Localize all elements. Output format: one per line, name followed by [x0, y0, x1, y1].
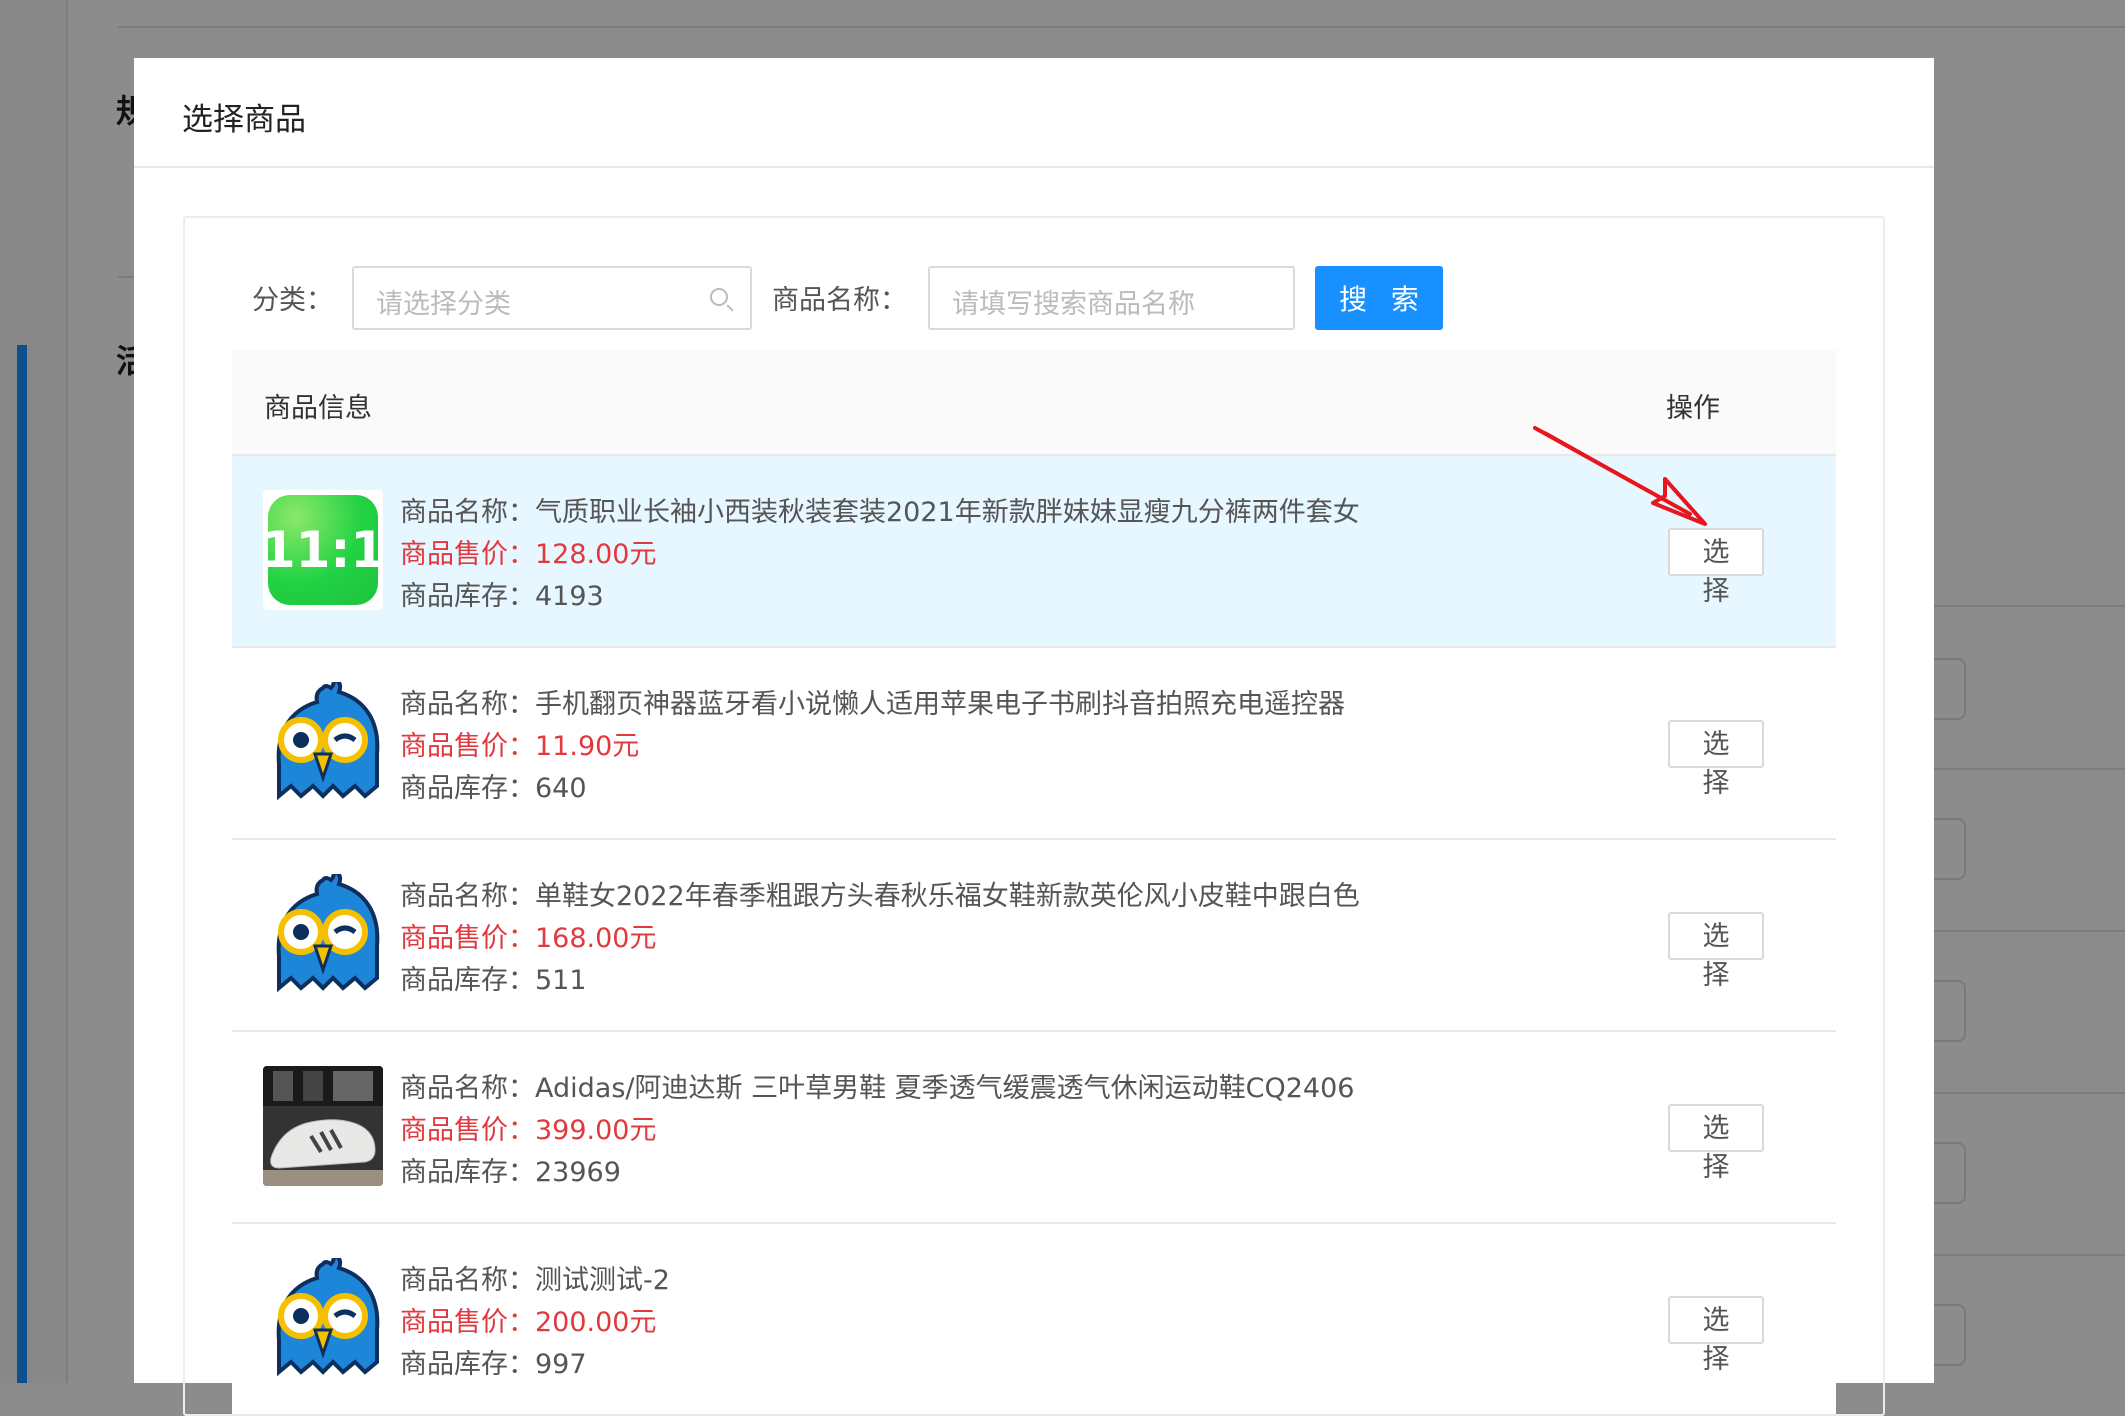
- product-stock: 商品库存：997: [400, 1344, 670, 1386]
- background-divider: [1934, 1254, 2125, 1256]
- table-header: 商品信息 操作: [232, 350, 1836, 456]
- product-stock: 商品库存：511: [400, 960, 1360, 1002]
- product-name: 商品名称：测试测试-2: [400, 1260, 670, 1302]
- product-name: 商品名称：Adidas/阿迪达斯 三叶草男鞋 夏季透气缓震透气休闲运动鞋CQ24…: [400, 1068, 1354, 1110]
- product-name: 商品名称：气质职业长袖小西装秋装套装2021年新款胖妹妹显瘦九分裤两件套女: [400, 492, 1360, 534]
- product-image: 11:1: [263, 490, 383, 610]
- background-divider: [1934, 1092, 2125, 1094]
- background-divider: [1934, 768, 2125, 770]
- product-image-placeholder: [263, 1258, 383, 1378]
- select-product-button[interactable]: 选 择: [1668, 912, 1764, 960]
- table-row: 商品名称：测试测试-2商品售价：200.00元商品库存：997 选 择: [232, 1224, 1836, 1416]
- product-price: 商品售价：168.00元: [400, 918, 1360, 960]
- header-action: 操作: [1666, 386, 1720, 425]
- table-row: 11:1商品名称：气质职业长袖小西装秋装套装2021年新款胖妹妹显瘦九分裤两件套…: [232, 456, 1836, 648]
- dialog-title: 选择商品: [182, 94, 306, 139]
- search-icon: [710, 288, 728, 306]
- header-product-info: 商品信息: [264, 386, 372, 425]
- category-select[interactable]: 请选择分类: [352, 266, 752, 330]
- select-product-button[interactable]: 选 择: [1668, 1296, 1764, 1344]
- background-divider: [118, 26, 2125, 28]
- background-active-indicator: [17, 345, 27, 1383]
- search-button[interactable]: 搜 索: [1315, 266, 1443, 330]
- product-info: 商品名称：气质职业长袖小西装秋装套装2021年新款胖妹妹显瘦九分裤两件套女商品售…: [400, 492, 1360, 618]
- product-name-placeholder: 请填写搜索商品名称: [952, 289, 1195, 320]
- product-price: 商品售价：11.90元: [400, 726, 1345, 768]
- product-info: 商品名称：测试测试-2商品售价：200.00元商品库存：997: [400, 1260, 670, 1386]
- product-stock: 商品库存：640: [400, 768, 1345, 810]
- category-placeholder: 请选择分类: [376, 289, 511, 320]
- product-name: 商品名称：单鞋女2022年春季粗跟方头春秋乐福女鞋新款英伦风小皮鞋中跟白色: [400, 876, 1360, 918]
- product-price: 商品售价：399.00元: [400, 1110, 1354, 1152]
- table-row: 商品名称：手机翻页神器蓝牙看小说懒人适用苹果电子书刷抖音拍照充电遥控器商品售价：…: [232, 648, 1836, 840]
- product-image-placeholder: [263, 682, 383, 802]
- table-row: 商品名称：Adidas/阿迪达斯 三叶草男鞋 夏季透气缓震透气休闲运动鞋CQ24…: [232, 1032, 1836, 1224]
- product-info: 商品名称：手机翻页神器蓝牙看小说懒人适用苹果电子书刷抖音拍照充电遥控器商品售价：…: [400, 684, 1345, 810]
- product-name-label: 商品名称：: [772, 278, 907, 317]
- select-product-button[interactable]: 选 择: [1668, 720, 1764, 768]
- dialog-header-divider: [134, 166, 1934, 168]
- background-sidebar: [0, 0, 68, 1383]
- product-stock: 商品库存：23969: [400, 1152, 1354, 1194]
- background-divider: [1934, 930, 2125, 932]
- select-product-button[interactable]: 选 择: [1668, 528, 1764, 576]
- select-product-button[interactable]: 选 择: [1668, 1104, 1764, 1152]
- product-name-input[interactable]: 请填写搜索商品名称: [928, 266, 1295, 330]
- product-price: 商品售价：200.00元: [400, 1302, 670, 1344]
- category-label: 分类：: [252, 278, 333, 317]
- product-name: 商品名称：手机翻页神器蓝牙看小说懒人适用苹果电子书刷抖音拍照充电遥控器: [400, 684, 1345, 726]
- product-image: [263, 1066, 383, 1186]
- product-info: 商品名称：单鞋女2022年春季粗跟方头春秋乐福女鞋新款英伦风小皮鞋中跟白色商品售…: [400, 876, 1360, 1002]
- product-image-placeholder: [263, 874, 383, 994]
- product-info: 商品名称：Adidas/阿迪达斯 三叶草男鞋 夏季透气缓震透气休闲运动鞋CQ24…: [400, 1068, 1354, 1194]
- product-stock: 商品库存：4193: [400, 576, 1360, 618]
- background-divider: [1934, 605, 2125, 607]
- product-table: 商品信息 操作 11:1商品名称：气质职业长袖小西装秋装套装2021年新款胖妹妹…: [232, 350, 1836, 1416]
- table-row: 商品名称：单鞋女2022年春季粗跟方头春秋乐福女鞋新款英伦风小皮鞋中跟白色商品售…: [232, 840, 1836, 1032]
- product-price: 商品售价：128.00元: [400, 534, 1360, 576]
